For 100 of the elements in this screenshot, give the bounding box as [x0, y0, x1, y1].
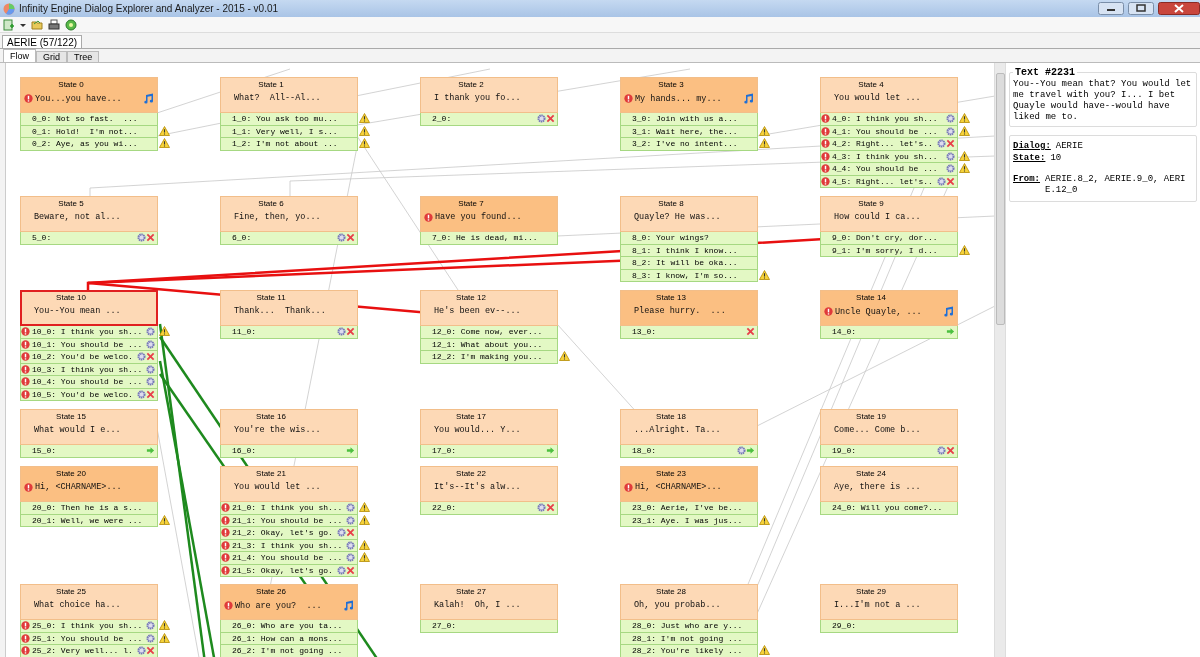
state-header[interactable]: State 10 You--You mean ...: [20, 290, 158, 326]
caret-icon[interactable]: [20, 21, 26, 28]
scrollbar[interactable]: [994, 63, 1005, 657]
transition-row[interactable]: 13_0:: [620, 326, 758, 339]
view-tab[interactable]: Tree: [67, 51, 100, 62]
maximize-button[interactable]: [1128, 2, 1154, 15]
state-header[interactable]: State 22 It's--It's alw...: [420, 466, 558, 502]
state-label: State 10: [56, 293, 86, 302]
transition-row[interactable]: 10_4: You should be ...: [20, 376, 158, 389]
state-text: What would I e...: [33, 425, 122, 435]
state-header[interactable]: State 5 Beware, not al...: [20, 196, 158, 232]
state-header[interactable]: State 28 Oh, you probab...: [620, 584, 758, 620]
transition-row[interactable]: 9_0: Don't cry, dor...: [820, 232, 958, 245]
scrollbar-thumb[interactable]: [995, 73, 1005, 325]
transition-row[interactable]: 12_0: Come now, ever...: [420, 326, 558, 339]
transition-row[interactable]: 11_0:: [220, 326, 358, 339]
transition-row[interactable]: 26_0: Who are you ta...: [220, 620, 358, 633]
state-header[interactable]: State 13 Please hurry. ...: [620, 290, 758, 326]
state-text: Aye, there is ...: [833, 482, 922, 492]
transition-row[interactable]: 26_2: I'm not going ...: [220, 645, 358, 657]
state-header[interactable]: State 19 Come... Come b...: [820, 409, 958, 445]
state-header[interactable]: State 27 Kalah! Oh, I ...: [420, 584, 558, 620]
transition-row[interactable]: 17_0:: [420, 445, 558, 458]
transition-row[interactable]: 25_2: Very well... l.: [20, 645, 158, 657]
transition-row[interactable]: 18_0:: [620, 445, 758, 458]
state-header[interactable]: State 15 What would I e...: [20, 409, 158, 445]
state-header[interactable]: State 17 You would... Y...: [420, 409, 558, 445]
transition-text: 29_0:: [832, 621, 857, 631]
transition-row[interactable]: 15_0:: [20, 445, 158, 458]
folder-icon[interactable]: [31, 18, 43, 31]
state-header[interactable]: State 11 Thank... Thank...: [220, 290, 358, 326]
document-tab[interactable]: AERIE (57/122): [2, 35, 83, 48]
state-header[interactable]: State 29 I...I'm not a ...: [820, 584, 958, 620]
state-header[interactable]: State 21 You would let ...: [220, 466, 358, 502]
transition-row[interactable]: 21_2: Okay, let's go.: [220, 527, 358, 540]
state-header[interactable]: State 14 Uncle Quayle, ...: [820, 290, 958, 326]
state-header[interactable]: State 25 What choice ha...: [20, 584, 158, 620]
state-header[interactable]: State 4 You would let ...: [820, 77, 958, 113]
transition-row[interactable]: 8_0: Your wings?: [620, 232, 758, 245]
state-header[interactable]: State 12 He's been ev--...: [420, 290, 558, 326]
state-header[interactable]: State 0 You...you have...: [20, 77, 158, 113]
state-header[interactable]: State 16 You're the wis...: [220, 409, 358, 445]
transition-row[interactable]: 27_0:: [420, 620, 558, 633]
state-header[interactable]: State 20 Hi, <CHARNAME>...: [20, 466, 158, 502]
transition-text: 10_4: You should be ...: [32, 377, 144, 387]
state-label: State 2: [458, 80, 484, 89]
transition-row[interactable]: 4_2: Right... let's..: [820, 138, 958, 151]
transition-row[interactable]: 24_0: Will you come?...: [820, 502, 958, 515]
state-text: You would let ...: [833, 93, 922, 103]
transition-row[interactable]: 10_2: You'd be welco.: [20, 351, 158, 364]
transition-row[interactable]: 23_0: Aerie, I've be...: [620, 502, 758, 515]
transition-row[interactable]: 2_0:: [420, 113, 558, 126]
state-label: State 18: [656, 412, 686, 421]
info-label: From:: [1013, 174, 1040, 186]
state-text: How could I ca...: [833, 212, 922, 222]
transition-row[interactable]: 3_0: Join with us a...: [620, 113, 758, 126]
printer-icon[interactable]: [48, 18, 60, 31]
state-header[interactable]: State 2 I thank you fo...: [420, 77, 558, 113]
transition-row[interactable]: 22_0:: [420, 502, 558, 515]
state-header[interactable]: State 7 Have you found...: [420, 196, 558, 232]
transition-text: 11_0:: [232, 327, 257, 337]
transition-text: 28_2: You're likely ...: [632, 646, 744, 656]
state-text: I...I'm not a ...: [833, 600, 922, 610]
state-header[interactable]: State 26 Who are you? ...: [220, 584, 358, 620]
state-text: Beware, not al...: [33, 212, 122, 222]
transition-row[interactable]: 5_0:: [20, 232, 158, 245]
state-header[interactable]: State 9 How could I ca...: [820, 196, 958, 232]
state-header[interactable]: State 23 Hi, <CHARNAME>...: [620, 466, 758, 502]
state-header[interactable]: State 1 What? All--Al...: [220, 77, 358, 113]
state-label: State 5: [58, 199, 84, 208]
transition-row[interactable]: 28_0: Just who are y...: [620, 620, 758, 633]
transition-row[interactable]: 29_0:: [820, 620, 958, 633]
status-icon[interactable]: [65, 18, 77, 31]
view-tab[interactable]: Flow: [3, 49, 36, 62]
state-header[interactable]: State 24 Aye, there is ...: [820, 466, 958, 502]
state-header[interactable]: State 6 Fine, then, yo...: [220, 196, 358, 232]
state-text: Hi, <CHARNAME>...: [634, 482, 723, 492]
transition-row[interactable]: 14_0:: [820, 326, 958, 339]
transition-row[interactable]: 7_0: He is dead, mi...: [420, 232, 558, 245]
transition-row[interactable]: 6_0:: [220, 232, 358, 245]
close-button[interactable]: [1158, 2, 1200, 15]
transition-text: 26_2: I'm not going ...: [232, 646, 344, 656]
transition-row[interactable]: 20_0: Then he is a s...: [20, 502, 158, 515]
transition-text: 20_1: Well, we were ...: [32, 515, 144, 525]
transition-row[interactable]: 8_2: It will be oka...: [620, 257, 758, 270]
minimize-button[interactable]: [1098, 2, 1124, 15]
transition-text: 3_0: Join with us a...: [632, 114, 739, 124]
state-header[interactable]: State 8 Quayle? He was...: [620, 196, 758, 232]
state-text: You...you have...: [34, 93, 123, 104]
state-header[interactable]: State 3 My hands... my...: [620, 77, 758, 113]
transition-row[interactable]: 19_0:: [820, 445, 958, 458]
state-label: State 1: [258, 80, 284, 89]
state-header[interactable]: State 18 ...Alright. Ta...: [620, 409, 758, 445]
transition-row[interactable]: 16_0:: [220, 445, 358, 458]
state-text: You--You mean ...: [33, 306, 122, 316]
view-tab[interactable]: Grid: [36, 51, 68, 62]
transition-text: 7_0: He is dead, mi...: [432, 233, 539, 243]
new-dialog-icon[interactable]: [3, 18, 15, 31]
transition-text: 20_0: Then he is a s...: [32, 503, 144, 513]
transition-row[interactable]: 0_0: Not so fast. ...: [20, 113, 158, 126]
